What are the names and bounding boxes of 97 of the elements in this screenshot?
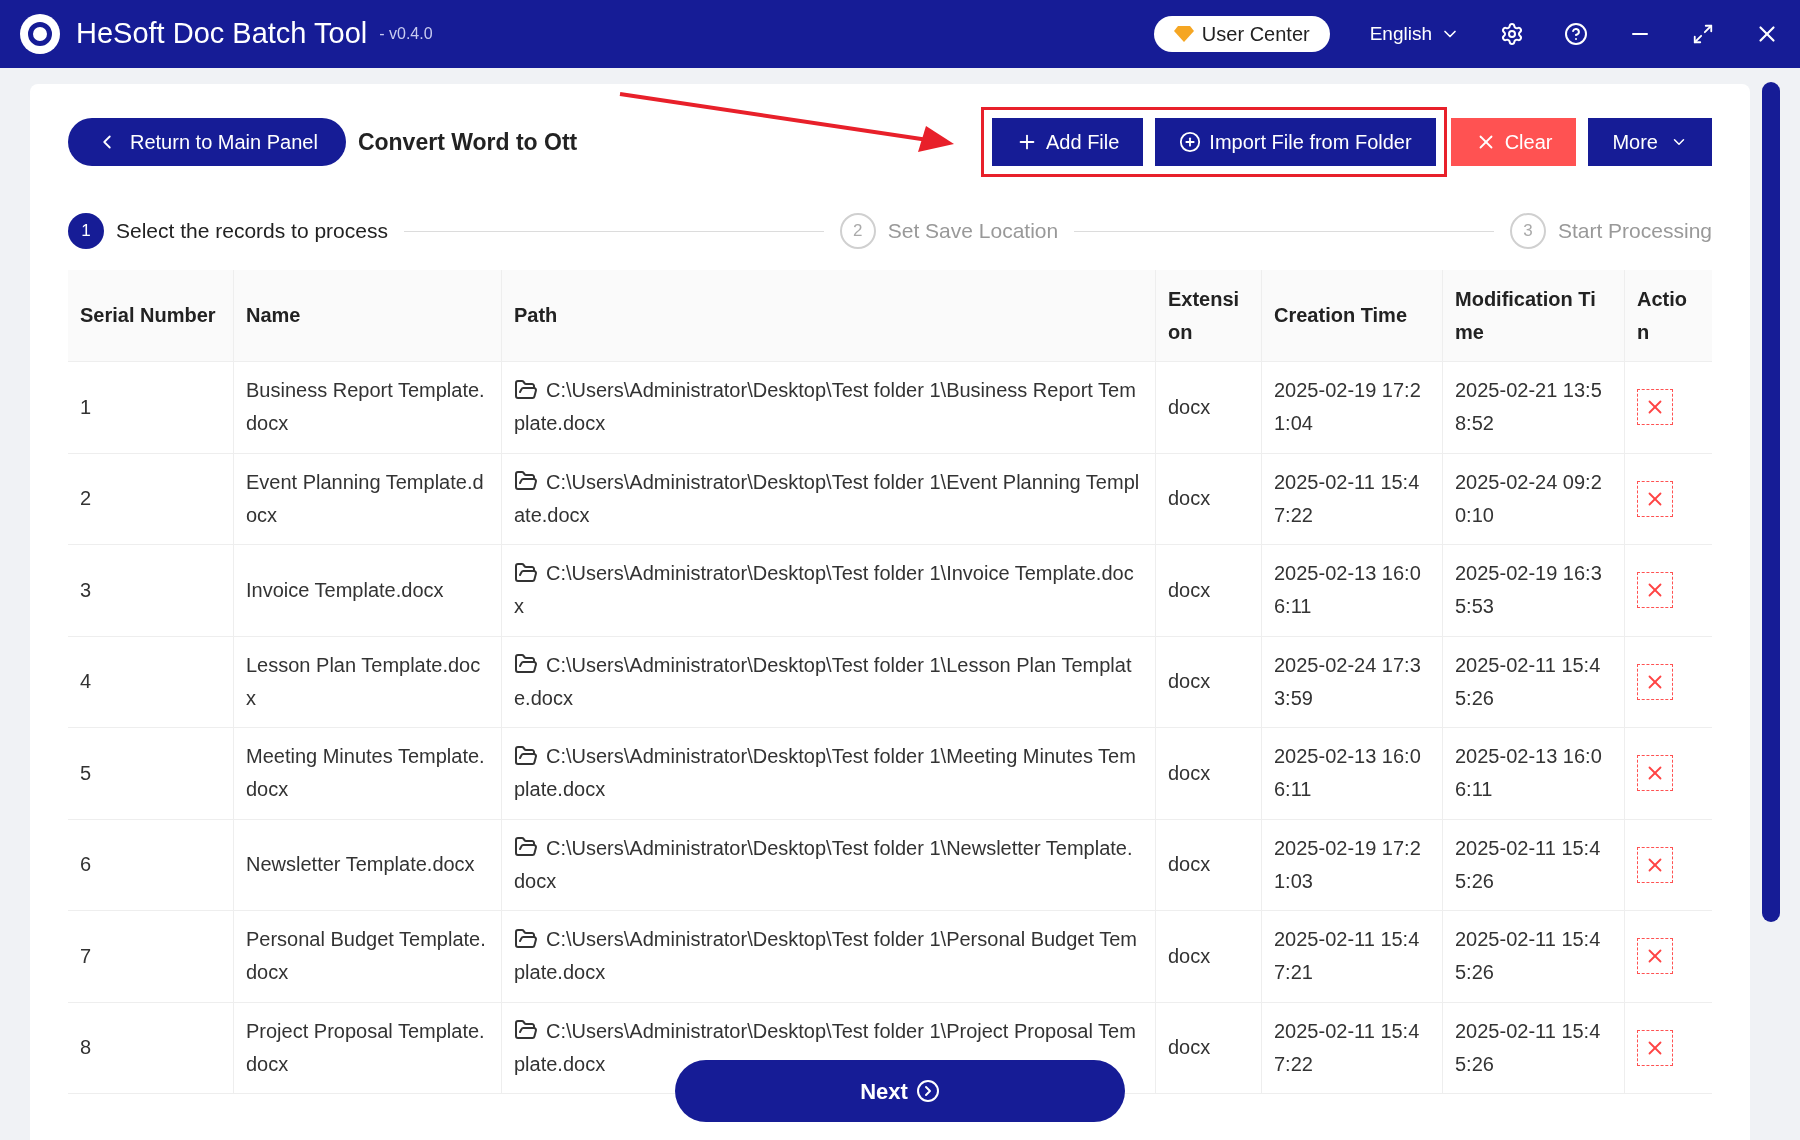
- user-center-button[interactable]: User Center: [1153, 16, 1330, 52]
- table-cell-text: 2025-02-11 15:45:26: [1455, 652, 1602, 711]
- table-cell-text: docx: [1168, 577, 1211, 603]
- column-header: Serial Number: [80, 303, 216, 328]
- folder-icon: [514, 926, 538, 951]
- delete-button[interactable]: [1637, 480, 1673, 517]
- table-cell-text: 3: [80, 577, 92, 603]
- delete-button[interactable]: [1637, 663, 1673, 700]
- table-row[interactable]: 5 Meeting Minutes Template.docx C:\Users\Administrator\Desktop\Test folder 1\Meeting Minutes Template.docx docx 2025-02-13 16:06:11 2025-02-13 16:06:11: [68, 728, 1712, 820]
- circle-chevron-right-icon: [915, 1079, 940, 1103]
- table-row[interactable]: 1 Business Report Template.docx C:\Users\Administrator\Desktop\Test folder 1\Business Report Template.docx docx 2025-02-19 17:21:04 2025-02-21 13:58:52: [68, 362, 1712, 454]
- table-cell-text: 2025-02-19 17:21:04: [1274, 378, 1422, 437]
- column-header: Path: [514, 303, 558, 328]
- step-label: Select the records to process: [116, 218, 388, 245]
- step-label: Set Save Location: [887, 218, 1059, 245]
- step-number: 1: [68, 213, 104, 249]
- window-title: HeSoft Doc Batch Tool: [76, 16, 368, 52]
- table-cell-text: docx: [1168, 486, 1211, 512]
- delete-button[interactable]: [1637, 755, 1673, 792]
- back-button[interactable]: Return to Main Panel: [68, 118, 346, 166]
- table-cell-text: docx: [1168, 760, 1211, 786]
- column-header: Name: [246, 303, 301, 328]
- table-cell-text: Lesson Plan Template.docx: [246, 652, 482, 711]
- table-cell-text: 2025-02-13 16:06:11: [1274, 744, 1422, 803]
- table-cell-text: 2025-02-13 16:06:11: [1455, 744, 1603, 803]
- table-cell-text: docx: [1168, 943, 1211, 969]
- table-cell-text: 2025-02-11 15:47:22: [1274, 469, 1421, 528]
- table-cell-text: Meeting Minutes Template.docx: [246, 744, 486, 803]
- delete-button[interactable]: [1637, 389, 1673, 426]
- table-cell-text: 2025-02-11 15:45:26: [1455, 927, 1602, 986]
- delete-button[interactable]: [1637, 938, 1673, 975]
- table-cell-text: 2025-02-11 15:45:26: [1455, 1018, 1602, 1077]
- circle-plus-icon: [1179, 131, 1202, 153]
- import-folder-button[interactable]: Import File from Folder: [1155, 118, 1436, 166]
- table-cell-text: Project Proposal Template.docx: [246, 1018, 486, 1077]
- help-icon[interactable]: [1564, 22, 1588, 46]
- table-cell-text: C:\Users\Administrator\Desktop\Test folder 1\Event Planning Template.docx: [514, 468, 1141, 528]
- folder-icon: [514, 743, 538, 768]
- table-cell-text: docx: [1168, 1035, 1211, 1061]
- more-button[interactable]: More: [1588, 118, 1712, 166]
- version-label: - v0.4.0: [379, 24, 433, 44]
- delete-button[interactable]: [1637, 1029, 1673, 1066]
- table-cell-text: Personal Budget Template.docx: [246, 927, 487, 986]
- table-row[interactable]: 2 Event Planning Template.docx C:\Users\Administrator\Desktop\Test folder 1\Event Planning Template.docx docx 2025-02-11 15:47:22 2025-02-24 09:20:10: [68, 453, 1712, 545]
- settings-icon[interactable]: [1500, 22, 1524, 46]
- table-cell-text: Business Report Template.docx: [246, 378, 486, 437]
- table-cell-text: 4: [80, 669, 92, 695]
- column-header: Action: [1637, 286, 1688, 345]
- table-cell-text: Event Planning Template.docx: [246, 469, 485, 528]
- column-header: Modification Time: [1455, 286, 1597, 345]
- table-cell-text: C:\Users\Administrator\Desktop\Test folder 1\Lesson Plan Template.docx: [514, 651, 1133, 711]
- table-row[interactable]: 6 Newsletter Template.docx C:\Users\Administrator\Desktop\Test folder 1\Newsletter Template.docx docx 2025-02-19 17:21:03 2025-02-11 15:45:26: [68, 819, 1712, 911]
- app-logo-icon: [20, 14, 60, 54]
- table-cell-text: 2025-02-19 16:35:53: [1455, 561, 1603, 620]
- table-cell-text: 5: [80, 760, 92, 786]
- table-cell-text: C:\Users\Administrator\Desktop\Test folder 1\Newsletter Template.docx: [514, 834, 1134, 894]
- table-cell-text: Invoice Template.docx: [246, 577, 444, 603]
- table-cell-text: 2025-02-24 09:20:10: [1455, 469, 1603, 528]
- maximize-icon[interactable]: [1692, 23, 1714, 45]
- folder-icon: [514, 560, 538, 585]
- page-heading: Convert Word to Ott: [357, 127, 578, 157]
- table-cell-text: 2025-02-21 13:58:52: [1455, 378, 1603, 437]
- table-cell-text: 6: [80, 852, 92, 878]
- table-cell-text: 2025-02-11 15:47:21: [1274, 927, 1421, 986]
- table-cell-text: 8: [80, 1035, 92, 1061]
- table-cell-text: docx: [1168, 669, 1211, 695]
- table-cell-text: C:\Users\Administrator\Desktop\Test folder 1\Business Report Template.docx: [514, 376, 1137, 437]
- table-cell-text: 2: [80, 486, 92, 512]
- column-header: Creation Time: [1274, 303, 1407, 328]
- column-header: Extension: [1168, 286, 1241, 345]
- diamond-icon: [1173, 25, 1194, 43]
- table-cell-text: docx: [1168, 394, 1211, 420]
- scrollbar[interactable]: [1762, 82, 1780, 922]
- step-number: 3: [1509, 213, 1546, 249]
- table-cell-text: Newsletter Template.docx: [246, 852, 475, 878]
- table-cell-text: 2025-02-11 15:47:22: [1274, 1018, 1421, 1077]
- table-cell-text: C:\Users\Administrator\Desktop\Test folder 1\Invoice Template.docx: [514, 559, 1135, 620]
- table-row[interactable]: 3 Invoice Template.docx C:\Users\Administrator\Desktop\Test folder 1\Invoice Template.docx docx 2025-02-13 16:06:11 2025-02-19 16:35:53: [68, 545, 1712, 637]
- table-cell-text: 2025-02-11 15:45:26: [1455, 835, 1602, 894]
- table-cell-text: docx: [1168, 852, 1211, 878]
- table-cell-text: 1: [80, 394, 92, 420]
- table-row[interactable]: 7 Personal Budget Template.docx C:\Users\Administrator\Desktop\Test folder 1\Personal Budget Template.docx docx 2025-02-11 15:47:21 2025-02-11 15:45:26: [68, 911, 1712, 1003]
- table-row[interactable]: 4 Lesson Plan Template.docx C:\Users\Administrator\Desktop\Test folder 1\Lesson Plan Template.docx docx 2025-02-24 17:33:59 2025-02-11 15:45:26: [68, 636, 1712, 728]
- delete-button[interactable]: [1637, 846, 1673, 883]
- step-number: 2: [839, 213, 876, 249]
- table-cell-text: 2025-02-13 16:06:11: [1274, 561, 1422, 620]
- delete-button[interactable]: [1637, 572, 1673, 609]
- table-cell-text: 2025-02-19 17:21:03: [1274, 835, 1422, 894]
- step-label: Start Processing: [1557, 218, 1712, 245]
- table-cell-text: 2025-02-24 17:33:59: [1274, 652, 1422, 711]
- table-cell-text: C:\Users\Administrator\Desktop\Test folder 1\Meeting Minutes Template.docx: [514, 742, 1137, 803]
- add-file-button[interactable]: Add File: [992, 118, 1144, 166]
- next-button[interactable]: Next: [675, 1060, 1125, 1122]
- table-cell-text: 7: [80, 943, 92, 969]
- table-cell-text: C:\Users\Administrator\Desktop\Test folder 1\Personal Budget Template.docx: [514, 925, 1138, 986]
- folder-icon: [514, 377, 538, 402]
- language-dropdown[interactable]: English: [1369, 19, 1460, 49]
